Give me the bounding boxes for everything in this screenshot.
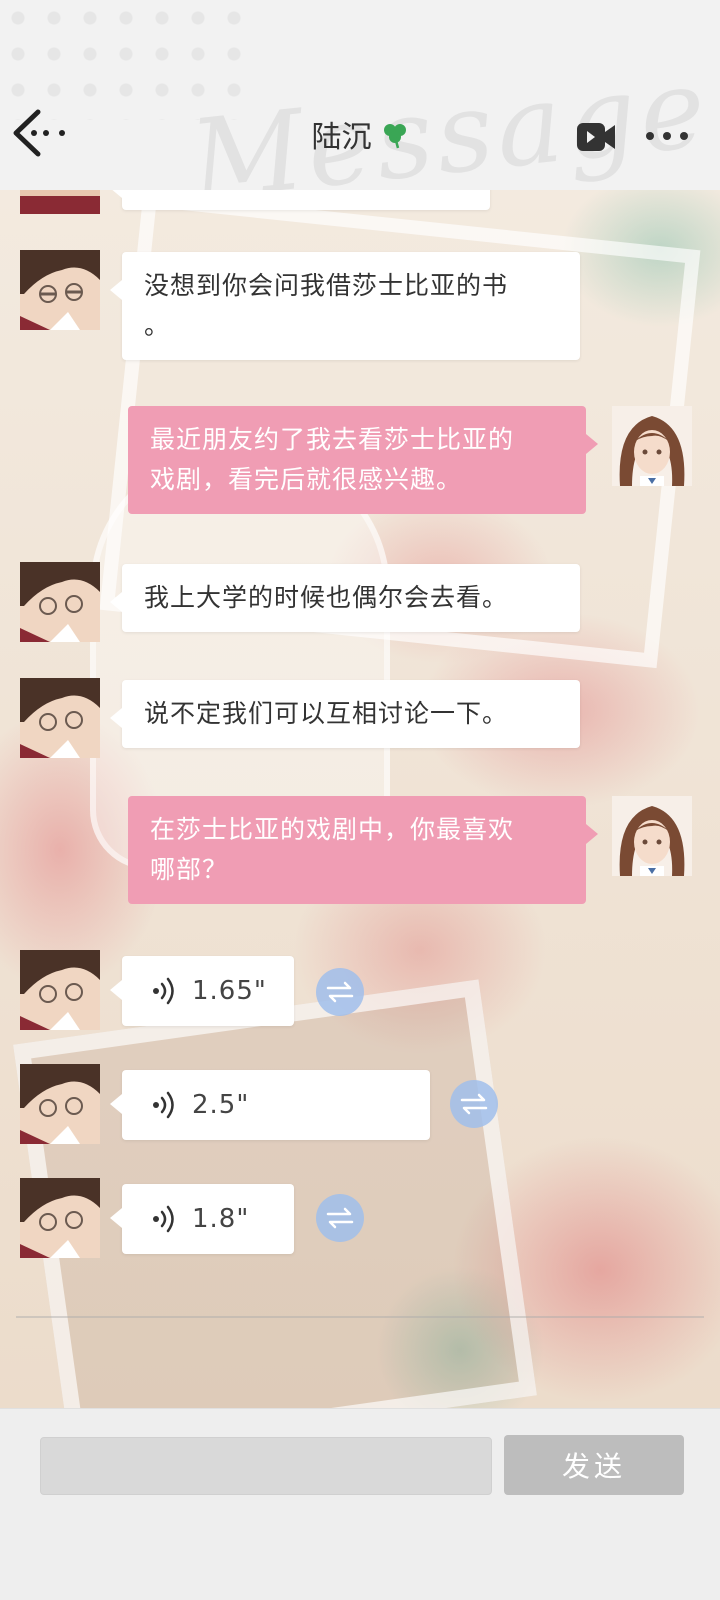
female-avatar-icon: [612, 406, 692, 486]
chat-divider-line: [16, 1316, 704, 1318]
male-avatar-icon: [20, 562, 100, 642]
voice-duration: 1.65": [192, 976, 267, 1006]
male-avatar-icon: [20, 250, 100, 330]
top-bar: Message 陆沉: [0, 0, 720, 190]
male-avatar-icon: [20, 190, 100, 214]
message-bubble-incoming: 我上大学的时候也偶尔会去看。: [110, 564, 580, 632]
chat-area[interactable]: 没想到你会问我借莎士比亚的书 。 最近朋友约了我去看莎士比亚的 戏剧，看完后就很…: [0, 190, 720, 1408]
convert-arrows-icon: [326, 981, 354, 1003]
contact-avatar[interactable]: [20, 190, 100, 214]
voice-to-text-button[interactable]: [316, 968, 364, 1016]
more-options-button[interactable]: [644, 126, 690, 146]
user-avatar[interactable]: [612, 796, 692, 876]
user-avatar[interactable]: [612, 406, 692, 486]
send-button[interactable]: 发送: [504, 1435, 684, 1495]
message-text: 说不定我们可以互相讨论一下。: [144, 699, 509, 728]
voice-wave-icon: [153, 1205, 174, 1233]
message-bubble-outgoing: 最近朋友约了我去看莎士比亚的 戏剧，看完后就很感兴趣。: [128, 406, 598, 514]
convert-arrows-icon: [326, 1207, 354, 1229]
message-text: 没想到你会问我借莎士比亚的书 。: [144, 271, 509, 340]
contact-avatar[interactable]: [20, 950, 100, 1030]
male-avatar-icon: [20, 950, 100, 1030]
clover-icon: [383, 124, 406, 149]
message-text: 我上大学的时候也偶尔会去看。: [144, 583, 509, 612]
chat-title: 陆沉: [311, 120, 372, 155]
message-bubble-incoming: 说不定我们可以互相讨论一下。: [110, 680, 580, 748]
voice-duration: 1.8": [192, 1204, 250, 1234]
voice-to-text-button[interactable]: [316, 1194, 364, 1242]
voice-wave-icon: [153, 977, 174, 1005]
male-avatar-icon: [20, 1178, 100, 1258]
contact-avatar[interactable]: [20, 1178, 100, 1258]
voice-message[interactable]: 1.8": [110, 1184, 294, 1254]
contact-avatar[interactable]: [20, 250, 100, 330]
voice-message[interactable]: 1.65": [110, 956, 294, 1026]
convert-arrows-icon: [460, 1093, 488, 1115]
contact-avatar[interactable]: [20, 678, 100, 758]
contact-avatar[interactable]: [20, 562, 100, 642]
voice-duration: 2.5": [192, 1090, 250, 1120]
female-avatar-icon: [612, 796, 692, 876]
message-bubble-incoming: 没想到你会问我借莎士比亚的书 。: [110, 252, 580, 360]
more-dots-icon: [646, 132, 688, 140]
message-bubble-outgoing: 在莎士比亚的戏剧中，你最喜欢 哪部？: [128, 796, 598, 904]
voice-to-text-button[interactable]: [450, 1080, 498, 1128]
male-avatar-icon: [20, 1064, 100, 1144]
message-text: 最近朋友约了我去看莎士比亚的 戏剧，看完后就很感兴趣。: [150, 425, 515, 494]
male-avatar-icon: [20, 678, 100, 758]
video-call-icon: [577, 123, 615, 151]
message-input[interactable]: [40, 1437, 492, 1495]
voice-message[interactable]: 2.5": [110, 1070, 430, 1140]
video-call-button[interactable]: [576, 120, 616, 154]
voice-wave-icon: [153, 1091, 174, 1119]
message-bubble-partial: [110, 190, 490, 210]
message-text: 在莎士比亚的戏剧中，你最喜欢 哪部？: [150, 815, 515, 884]
input-bar: 发送: [0, 1408, 720, 1600]
contact-avatar[interactable]: [20, 1064, 100, 1144]
